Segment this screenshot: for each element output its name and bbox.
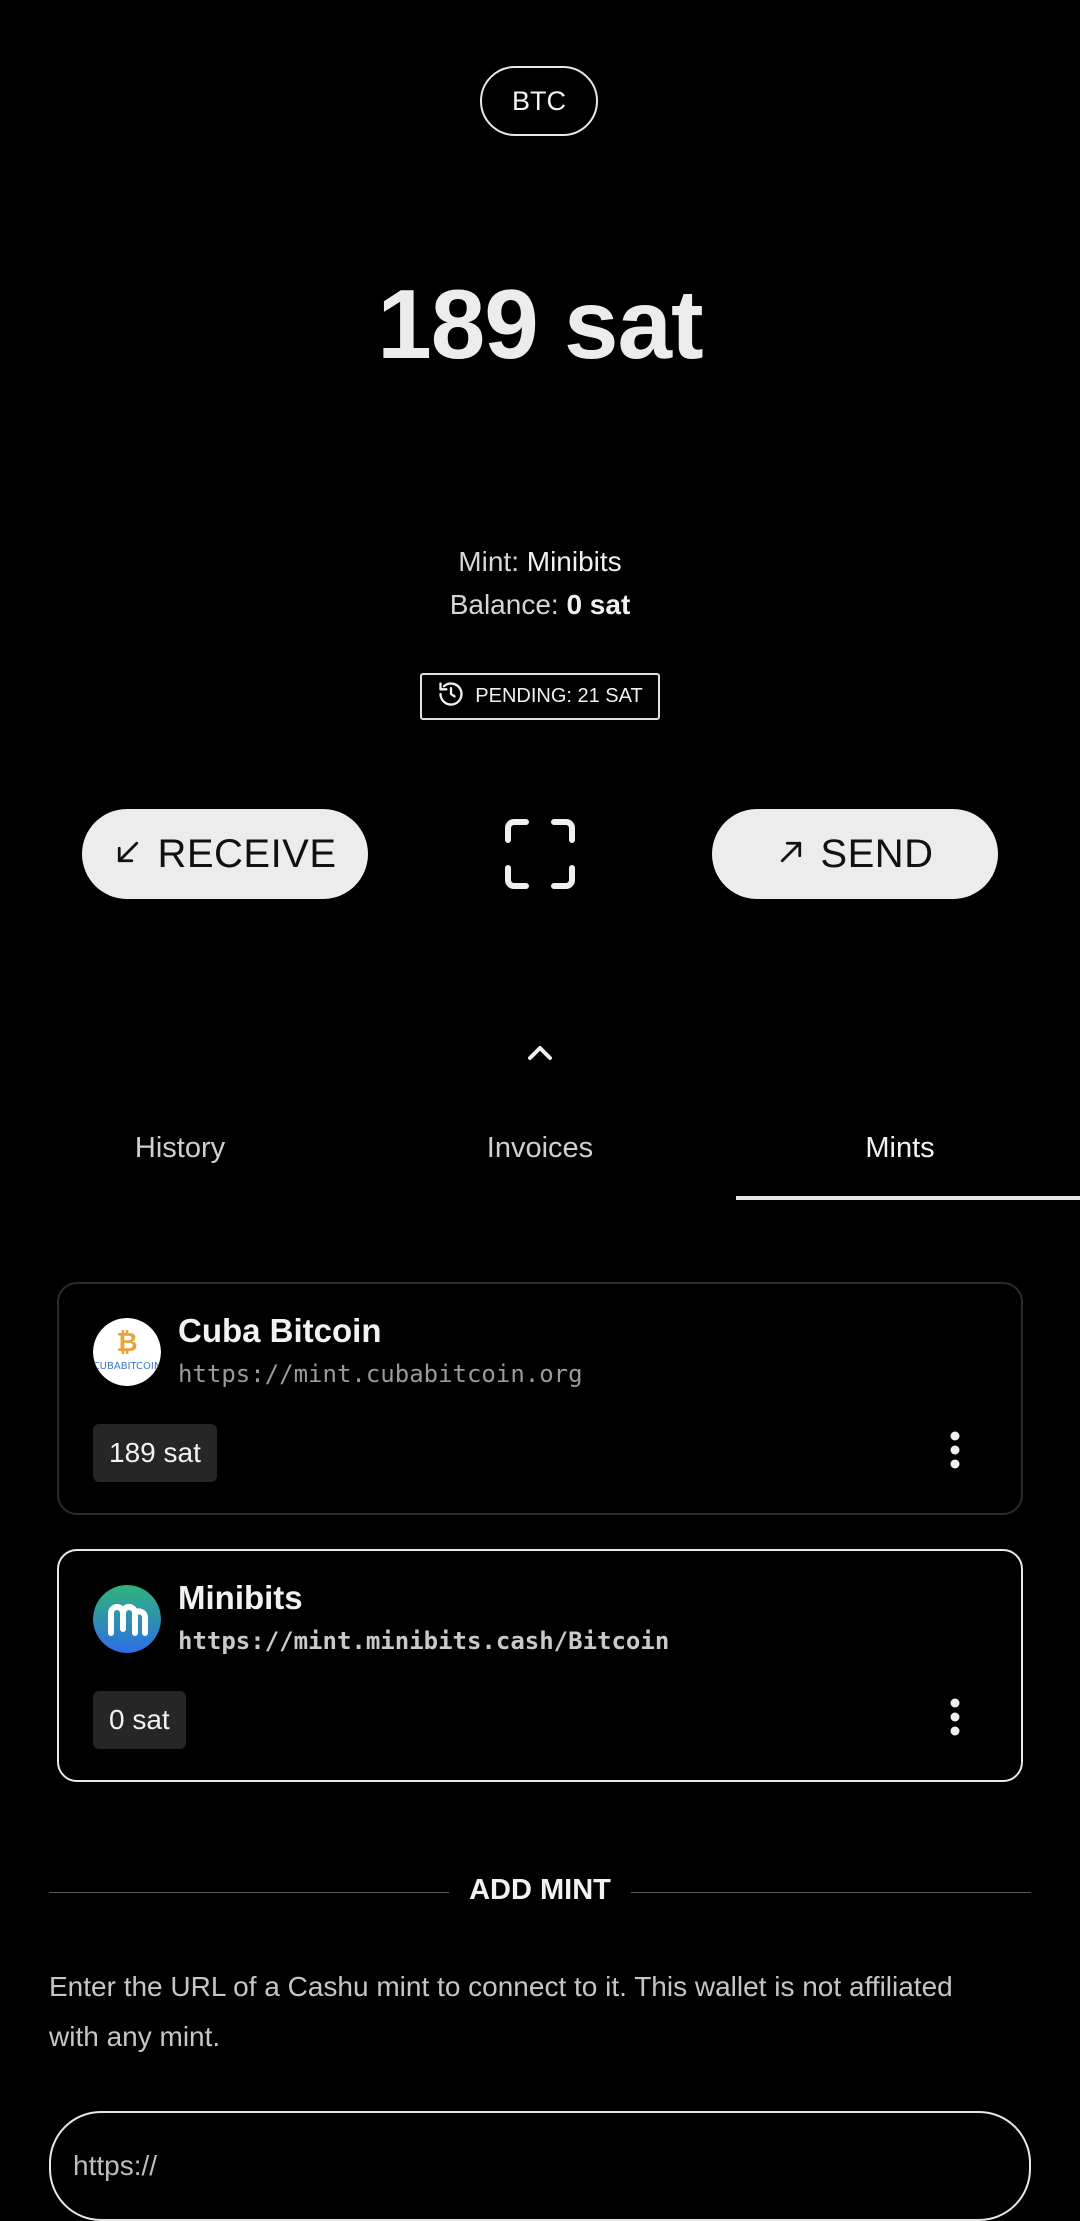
mint-logo bbox=[93, 1585, 161, 1653]
tab-invoices[interactable]: Invoices bbox=[360, 1120, 720, 1202]
active-mint-line: Mint: Minibits bbox=[0, 540, 1080, 583]
mint-url: https://mint.cubabitcoin.org bbox=[178, 1360, 583, 1388]
scan-button[interactable] bbox=[504, 818, 576, 890]
receive-button[interactable]: RECEIVE bbox=[82, 809, 368, 899]
more-vertical-icon bbox=[950, 1698, 960, 1736]
mint-menu-button[interactable] bbox=[949, 1697, 961, 1737]
currency-unit-label: BTC bbox=[512, 85, 566, 116]
history-icon bbox=[437, 680, 465, 714]
add-mint-divider: ADD MINT bbox=[49, 1872, 1031, 1912]
collapse-button[interactable] bbox=[522, 1040, 558, 1064]
chevron-up-icon bbox=[528, 1046, 552, 1060]
mint-name: Minibits bbox=[178, 1579, 303, 1616]
svg-text:CUBABITCOIN: CUBABITCOIN bbox=[93, 1361, 161, 1372]
add-mint-description: Enter the URL of a Cashu mint to connect… bbox=[49, 1971, 953, 2052]
svg-text:₿: ₿ bbox=[116, 1328, 137, 1358]
tab-bar: History Invoices Mints bbox=[0, 1120, 1080, 1202]
active-mint-name: Minibits bbox=[526, 546, 622, 577]
receive-label: RECEIVE bbox=[157, 831, 337, 876]
pending-badge[interactable]: PENDING: 21 SAT bbox=[420, 673, 660, 720]
currency-unit-toggle[interactable]: BTC bbox=[480, 66, 598, 136]
mint-menu-button[interactable] bbox=[949, 1430, 961, 1470]
active-tab-indicator bbox=[736, 1196, 1080, 1200]
send-button[interactable]: SEND bbox=[712, 809, 998, 899]
more-vertical-icon bbox=[950, 1431, 960, 1469]
mint-balance-badge: 189 sat bbox=[93, 1424, 217, 1482]
add-mint-title: ADD MINT bbox=[469, 1874, 611, 1906]
active-mint-prefix: Mint: bbox=[458, 546, 519, 577]
mint-url: https://mint.minibits.cash/Bitcoin bbox=[178, 1627, 670, 1655]
mint-balance-badge: 0 sat bbox=[93, 1691, 186, 1749]
mint-card[interactable]: ₿ CUBABITCOIN Cuba Bitcoin https://mint.… bbox=[57, 1282, 1023, 1515]
tab-history[interactable]: History bbox=[0, 1120, 360, 1202]
active-mint-balance-prefix: Balance: bbox=[449, 589, 559, 620]
send-label: SEND bbox=[820, 831, 934, 876]
mint-name: Cuba Bitcoin bbox=[178, 1312, 382, 1349]
mint-logo: ₿ CUBABITCOIN bbox=[93, 1318, 161, 1386]
scan-icon bbox=[505, 819, 575, 889]
active-mint-balance-value: 0 sat bbox=[566, 589, 631, 620]
mint-card-selected[interactable]: Minibits https://mint.minibits.cash/Bitc… bbox=[57, 1549, 1023, 1782]
pending-label: PENDING: 21 SAT bbox=[475, 685, 643, 707]
total-balance[interactable]: 189 sat bbox=[0, 268, 1080, 381]
active-mint-balance-line: Balance: 0 sat bbox=[0, 583, 1080, 626]
mint-url-input[interactable] bbox=[49, 2111, 1031, 2221]
tab-mints[interactable]: Mints bbox=[720, 1120, 1080, 1202]
active-mint-info: Mint: Minibits Balance: 0 sat bbox=[0, 540, 1080, 626]
arrow-up-right-icon bbox=[776, 832, 806, 877]
arrow-down-left-icon bbox=[113, 832, 143, 877]
